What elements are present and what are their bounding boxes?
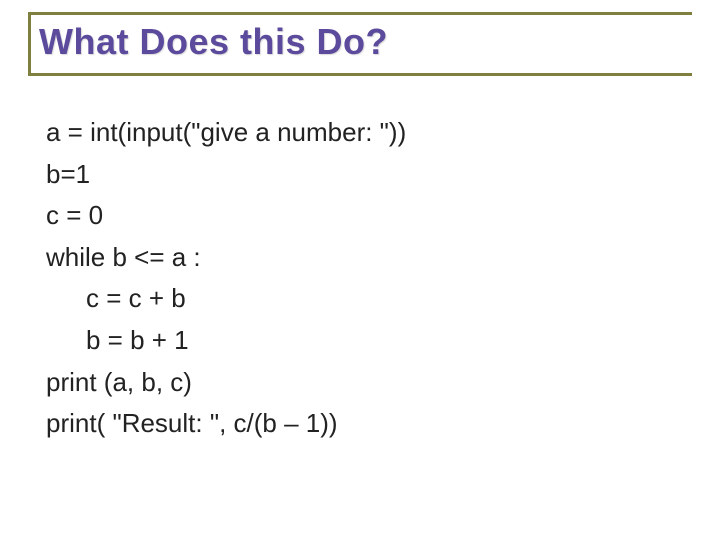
- title-box: What Does this Do?: [28, 12, 692, 76]
- slide-container: What Does this Do? a = int(input("give a…: [0, 0, 720, 540]
- code-line-0: a = int(input("give a number: ")): [46, 112, 692, 154]
- code-line-4: c = c + b: [46, 278, 692, 320]
- code-line-2: c = 0: [46, 195, 692, 237]
- code-line-3: while b <= a :: [46, 237, 692, 279]
- code-line-6: print (a, b, c): [46, 362, 692, 404]
- code-line-5: b = b + 1: [46, 320, 692, 362]
- slide-title: What Does this Do?: [39, 21, 692, 63]
- code-line-7: print( "Result: ", c/(b – 1)): [46, 403, 692, 445]
- code-line-1: b=1: [46, 154, 692, 196]
- code-content: a = int(input("give a number: ")) b=1 c …: [28, 108, 692, 445]
